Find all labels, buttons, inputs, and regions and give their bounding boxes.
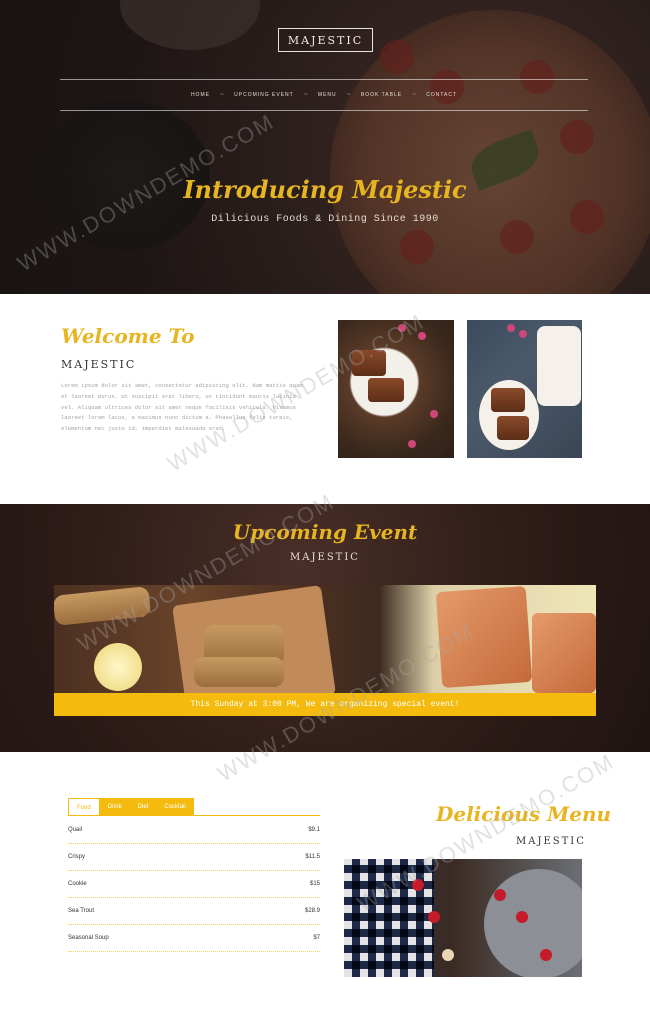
peanut <box>442 949 454 961</box>
menu-tabs: Food Drink Diet Cocktail <box>68 798 194 816</box>
nav-home[interactable]: HOME <box>191 92 210 98</box>
menu-item-price: $11.5 <box>305 854 320 860</box>
menu-item-price: $9.1 <box>308 827 320 833</box>
menu-row: Seasonal Soup $7 <box>68 925 320 952</box>
nav-menu[interactable]: MENU <box>318 92 337 98</box>
menu-item-price: $28.9 <box>304 908 320 914</box>
menu-title: Delicious Menu <box>436 802 612 826</box>
welcome-subtitle: MAJESTIC <box>61 358 137 371</box>
tab-diet[interactable]: Diet <box>129 798 157 816</box>
menu-item-name: Crispy <box>68 854 86 860</box>
strawberry <box>428 911 440 923</box>
event-subtitle: MAJESTIC <box>290 552 360 563</box>
lemon-slice <box>94 643 142 691</box>
cherry <box>494 889 506 901</box>
nav-book-table[interactable]: BOOK TABLE <box>361 92 402 98</box>
menu-item-price: $15 <box>309 881 320 887</box>
menu-item-price: $7 <box>313 935 320 941</box>
salmon-fillet <box>435 585 533 689</box>
hero-subtitle: Dilicious Foods & Dining Since 1990 <box>211 214 439 225</box>
dessert-photo-2 <box>467 320 582 458</box>
nav-separator: ~ <box>219 92 225 98</box>
cherry <box>540 949 552 961</box>
strawberry <box>412 879 424 891</box>
checkered-napkin <box>344 859 434 977</box>
dessert-photo-1 <box>338 320 454 458</box>
menu-row: Sea Trout $28.9 <box>68 898 320 925</box>
nav-separator: ~ <box>412 92 417 98</box>
menu-item-name: Quail <box>68 827 83 833</box>
flower <box>398 324 406 332</box>
nav-divider-bottom <box>60 110 588 111</box>
cake-piece <box>368 378 404 402</box>
nav-separator: ~ <box>303 92 308 98</box>
flower <box>507 324 515 332</box>
cake-piece <box>352 350 386 376</box>
flower <box>430 410 438 418</box>
event-banner: This Sunday at 3:00 PM, We are organizin… <box>54 693 596 716</box>
bread-slice <box>194 657 284 687</box>
cake-piece <box>491 388 525 412</box>
bowl <box>484 869 582 977</box>
cherry <box>516 911 528 923</box>
menu-subtitle: MAJESTIC <box>516 836 586 847</box>
menu-item-name: Cookie <box>68 881 87 887</box>
flower <box>418 332 426 340</box>
tabs-underline <box>68 815 320 816</box>
hero-title: Introducing Majestic <box>183 175 467 204</box>
menu-row: Crispy $11.5 <box>68 844 320 871</box>
salmon-fillet <box>532 613 596 693</box>
parsnip <box>54 586 152 626</box>
flower <box>408 440 416 448</box>
event-image <box>54 585 596 693</box>
nav-separator: ~ <box>346 92 351 98</box>
welcome-title: Welcome To <box>61 324 195 348</box>
menu-item-name: Seasonal Soup <box>68 935 109 941</box>
tab-food[interactable]: Food <box>68 798 100 816</box>
menu-row: Cookie $15 <box>68 871 320 898</box>
main-nav: HOME ~ UPCOMING EVENT ~ MENU ~ BOOK TABL… <box>60 80 588 110</box>
cake-piece <box>497 416 529 440</box>
nav-upcoming-event[interactable]: UPCOMING EVENT <box>234 92 294 98</box>
flower <box>519 330 527 338</box>
menu-row: Quail $9.1 <box>68 817 320 844</box>
nav-contact[interactable]: CONTACT <box>426 92 457 98</box>
site-logo[interactable]: MAJESTIC <box>278 28 373 52</box>
menu-item-name: Sea Trout <box>68 908 95 914</box>
event-title: Upcoming Event <box>232 520 418 544</box>
menu-image <box>344 859 582 977</box>
tab-drink[interactable]: Drink <box>99 798 130 816</box>
baking-dish <box>537 326 581 406</box>
tab-cocktail[interactable]: Cocktail <box>156 798 194 816</box>
welcome-text: Lorem ipsum dolor sit amet, consectetur … <box>61 382 303 433</box>
